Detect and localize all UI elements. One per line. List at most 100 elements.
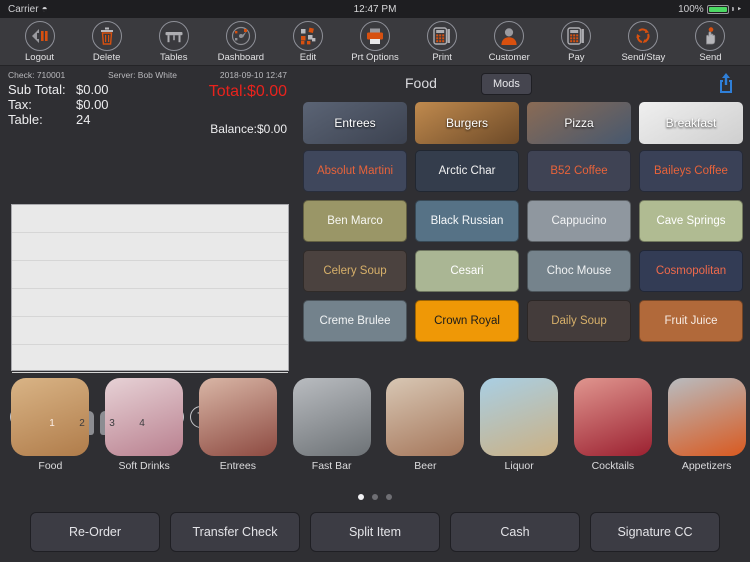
category-tab-label: Breakfast: [665, 116, 717, 130]
action-button-re-order[interactable]: Re-Order: [30, 512, 160, 552]
carousel-item-entrees[interactable]: Entrees: [195, 378, 282, 482]
check-panel: Check: 710001 Server: Bob White 2018-09-…: [0, 66, 295, 562]
carousel-item-label: Cocktails: [591, 460, 635, 472]
menu-item-baileys-coffee[interactable]: Baileys Coffee: [639, 150, 743, 192]
action-button-transfer-check[interactable]: Transfer Check: [170, 512, 300, 552]
total-amount: Total:$0.00: [208, 83, 287, 100]
action-button-cash[interactable]: Cash: [450, 512, 580, 552]
carousel-item-label: Beer: [414, 460, 437, 472]
logout-arrow-icon: [24, 20, 55, 51]
category-carousel[interactable]: Food Soft Drinks Entrees Fast Bar Beer Liquor…: [0, 378, 750, 482]
toolbar-button-tables[interactable]: Tables: [140, 20, 207, 63]
menu-panel-header: Food Mods: [295, 66, 750, 102]
gauge-icon: [225, 20, 256, 51]
fish-plate-photo: [11, 378, 90, 456]
carousel-item-beer[interactable]: Beer: [382, 378, 469, 482]
menu-item-b52-coffee[interactable]: B52 Coffee: [527, 150, 631, 192]
menu-item-fruit-juice[interactable]: Fruit Juice: [639, 300, 743, 342]
share-icon[interactable]: [716, 71, 736, 100]
toolbar-button-send[interactable]: Send: [677, 20, 744, 63]
check-datetime-label: 2018-09-10 12:47: [219, 70, 287, 80]
tomato-soup-photo: [667, 378, 746, 456]
squares-edit-icon: [292, 20, 323, 51]
menu-item-celery-soup[interactable]: Celery Soup: [303, 250, 407, 292]
order-list-row[interactable]: [12, 289, 288, 317]
menu-item-arctic-char[interactable]: Arctic Char: [415, 150, 519, 192]
menu-item-absolut-martini[interactable]: Absolut Martini: [303, 150, 407, 192]
action-button-signature-cc[interactable]: Signature CC: [590, 512, 720, 552]
menu-item-cappucino[interactable]: Cappucino: [527, 200, 631, 242]
toolbar-button-label: Edit: [299, 51, 317, 63]
pager-dot-3[interactable]: [386, 494, 392, 500]
toolbar-button-dashboard[interactable]: Dashboard: [207, 20, 274, 63]
menu-item-cosmopolitan[interactable]: Cosmopolitan: [639, 250, 743, 292]
toolbar-button-label: Delete: [92, 51, 121, 63]
carousel-item-appetizers[interactable]: Appetizers: [663, 378, 750, 482]
category-tab-entrees[interactable]: Entrees: [303, 102, 407, 144]
category-tab-breakfast[interactable]: Breakfast: [639, 102, 743, 144]
menu-item-ben-marco[interactable]: Ben Marco: [303, 200, 407, 242]
order-list-row[interactable]: [12, 317, 288, 345]
hand-tap-icon: [695, 20, 726, 51]
tax-label: Tax:: [8, 97, 32, 112]
carousel-item-label: Food: [38, 460, 63, 472]
toolbar-button-edit[interactable]: Edit: [274, 20, 341, 63]
subtotal-value: $0.00: [76, 82, 109, 97]
toolbar-button-customer[interactable]: Customer: [476, 20, 543, 63]
toolbar-button-label: Pay: [568, 51, 585, 63]
carousel-item-cocktails[interactable]: Cocktails: [570, 378, 657, 482]
toolbar-button-print[interactable]: Print: [409, 20, 476, 63]
pager-dot-2[interactable]: [372, 494, 378, 500]
menu-item-label: Baileys Coffee: [654, 165, 728, 177]
menu-item-black-russian[interactable]: Black Russian: [415, 200, 519, 242]
category-tab-label: Burgers: [445, 116, 489, 130]
person-icon: [494, 20, 525, 51]
toolbar-button-logout[interactable]: Logout: [6, 20, 73, 63]
order-list-row[interactable]: [12, 233, 288, 261]
liquor-sign-photo: [480, 378, 559, 456]
category-tab-pizza[interactable]: Pizza: [527, 102, 631, 144]
print-terminal-icon: [427, 20, 458, 51]
menu-item-creme-brulee[interactable]: Creme Brulee: [303, 300, 407, 342]
menu-item-label: Celery Soup: [323, 265, 387, 277]
menu-item-label: Cesari: [450, 265, 484, 277]
mods-button[interactable]: Mods: [481, 73, 532, 95]
toolbar-button-delete[interactable]: Delete: [73, 20, 140, 63]
menu-item-label: Absolut Martini: [316, 165, 394, 177]
category-tab-burgers[interactable]: Burgers: [415, 102, 519, 144]
menu-panel-title: Food: [405, 75, 437, 91]
carousel-item-label: Fast Bar: [311, 460, 352, 472]
carousel-item-label: Soft Drinks: [118, 460, 170, 472]
toolbar-button-pay[interactable]: Pay: [543, 20, 610, 63]
pager-dots[interactable]: [0, 494, 750, 500]
toolbar-button-prt-options[interactable]: Prt Options: [341, 20, 408, 63]
order-items-list[interactable]: [11, 204, 289, 373]
carousel-item-soft-drinks[interactable]: Soft Drinks: [101, 378, 188, 482]
seat-number-label: 3: [109, 418, 115, 429]
toolbar-button-label: Send/Stay: [621, 51, 666, 63]
tax-value: $0.00: [76, 97, 109, 112]
toolbar-button-send-stay[interactable]: Send/Stay: [610, 20, 677, 63]
menu-item-choc-mouse[interactable]: Choc Mouse: [527, 250, 631, 292]
woman-steak-photo: [198, 378, 277, 456]
order-list-row[interactable]: [12, 345, 288, 373]
trash-icon: [91, 20, 122, 51]
main-toolbar: Logout Delete Tables Dashboard Edit Prt Optio…: [0, 18, 750, 66]
carousel-item-food[interactable]: Food: [7, 378, 94, 482]
menu-item-cesari[interactable]: Cesari: [415, 250, 519, 292]
menu-item-crown-royal[interactable]: Crown Royal: [415, 300, 519, 342]
menu-panel: Food Mods Entrees Burgers Pizza Breakfast A…: [295, 66, 750, 378]
carousel-item-fast-bar[interactable]: Fast Bar: [288, 378, 375, 482]
menu-item-cave-springs[interactable]: Cave Springs: [639, 200, 743, 242]
menu-item-daily-soup[interactable]: Daily Soup: [527, 300, 631, 342]
pos-app-window: Carrier ◓ 12:47 PM 100% ‣ Logout Delete Ta…: [0, 0, 750, 562]
order-list-row[interactable]: [12, 261, 288, 289]
battery-icon: [706, 4, 729, 14]
action-button-split-item[interactable]: Split Item: [310, 512, 440, 552]
order-list-row[interactable]: [12, 205, 288, 233]
carousel-item-liquor[interactable]: Liquor: [476, 378, 563, 482]
menu-item-label: Cave Springs: [656, 215, 726, 227]
table-icon: [158, 20, 189, 51]
pager-dot-1[interactable]: [358, 494, 364, 500]
table-label: Table:: [8, 112, 43, 127]
